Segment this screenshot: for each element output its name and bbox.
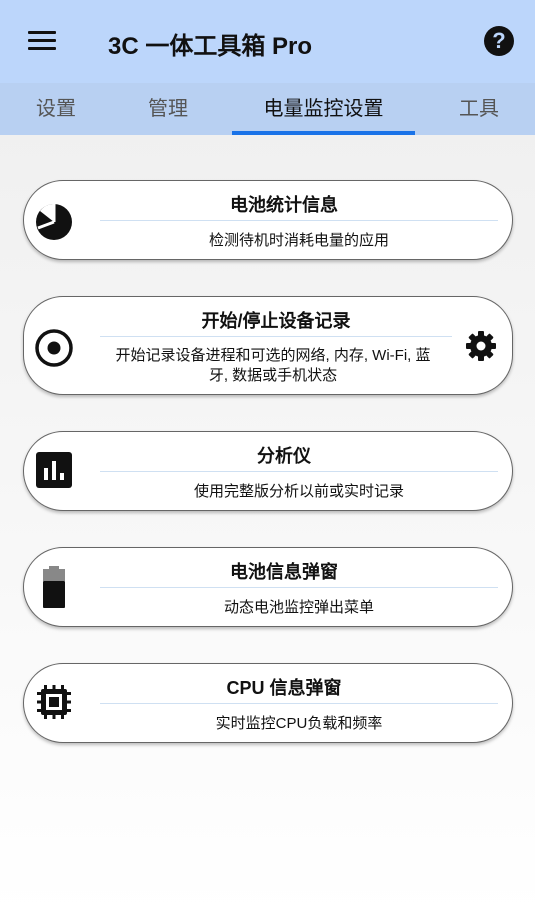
bar-chart-icon bbox=[36, 452, 72, 488]
battery-stats-card[interactable]: 电池统计信息 检测待机时消耗电量的应用 bbox=[23, 180, 513, 260]
card-description-line-1: 开始记录设备进程和可选的网络, 内存, Wi-Fi, 蓝 bbox=[115, 347, 431, 364]
card-title: CPU 信息弹窗 bbox=[226, 678, 342, 698]
card-divider bbox=[100, 471, 498, 472]
card-divider bbox=[100, 703, 498, 704]
battery-icon bbox=[43, 566, 65, 608]
hamburger-menu-icon[interactable] bbox=[26, 28, 58, 54]
tab-manage[interactable]: 管理 bbox=[130, 83, 206, 135]
card-divider bbox=[100, 587, 498, 588]
cpu-chip-icon bbox=[37, 685, 71, 719]
app-bar: 3C 一体工具箱 Pro ? bbox=[0, 0, 535, 83]
card-title: 开始/停止设备记录 bbox=[201, 311, 351, 331]
card-title: 电池统计信息 bbox=[230, 195, 338, 215]
active-tab-indicator bbox=[232, 131, 415, 135]
card-description: 使用完整版分析以前或实时记录 bbox=[193, 483, 404, 500]
device-recording-card[interactable]: 开始/停止设备记录 开始记录设备进程和可选的网络, 内存, Wi-Fi, 蓝 牙… bbox=[23, 296, 513, 395]
card-divider bbox=[100, 336, 452, 337]
card-divider bbox=[100, 220, 498, 221]
record-icon bbox=[35, 329, 73, 367]
card-description-line-2: 牙, 数据或手机状态 bbox=[208, 367, 338, 384]
tab-bar: 设置 管理 电量监控设置 工具 bbox=[0, 83, 535, 135]
cpu-popup-card[interactable]: CPU 信息弹窗 实时监控CPU负载和频率 bbox=[23, 663, 513, 743]
card-title: 分析仪 bbox=[257, 446, 311, 466]
analyzer-card[interactable]: 分析仪 使用完整版分析以前或实时记录 bbox=[23, 431, 513, 511]
pie-chart-icon bbox=[36, 204, 72, 240]
help-icon[interactable]: ? bbox=[484, 26, 514, 56]
app-title: 3C 一体工具箱 Pro bbox=[108, 33, 313, 60]
gear-icon[interactable] bbox=[465, 330, 497, 362]
battery-popup-card[interactable]: 电池信息弹窗 动态电池监控弹出菜单 bbox=[23, 547, 513, 627]
tab-settings[interactable]: 设置 bbox=[18, 83, 94, 135]
tab-battery-monitor-settings[interactable]: 电量监控设置 bbox=[232, 83, 415, 135]
card-description: 开始记录设备进程和可选的网络, 内存, Wi-Fi, 蓝 牙, 数据或手机状态 bbox=[94, 346, 452, 386]
card-title: 电池信息弹窗 bbox=[230, 562, 338, 582]
card-description: 实时监控CPU负载和频率 bbox=[215, 715, 383, 732]
card-description: 检测待机时消耗电量的应用 bbox=[208, 232, 389, 249]
tab-tools[interactable]: 工具 bbox=[445, 83, 513, 135]
card-description: 动态电池监控弹出菜单 bbox=[223, 599, 374, 616]
